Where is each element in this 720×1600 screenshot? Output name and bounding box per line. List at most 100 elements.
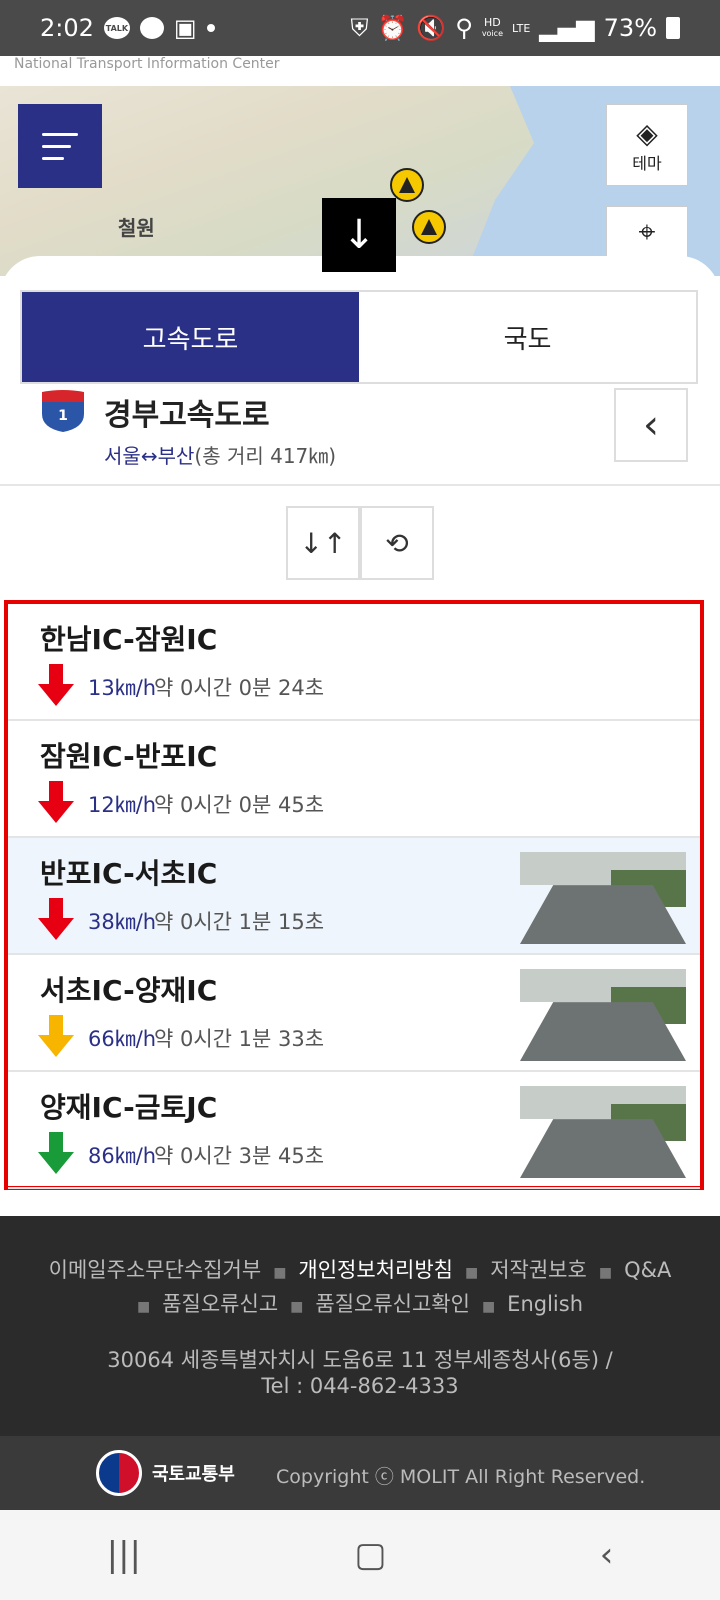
- arrow-down-icon: ↓: [342, 212, 376, 258]
- layers-icon: ◈: [636, 116, 658, 150]
- status-bar: 2:02 TALK ▣ ⛨ ⏰ 🔇 ⚲ HD voice LTE ▂▄▆ 73%: [0, 0, 720, 56]
- cctv-thumbnail[interactable]: [520, 969, 686, 1061]
- road-name: 경부고속도로: [104, 398, 270, 433]
- footer-link-quality[interactable]: 품질오류신고: [162, 1292, 278, 1316]
- route-arrow: ↔: [140, 444, 158, 468]
- footer-links: 이메일주소무단수집거부 ■ 개인정보처리방침 ■ 저작권보호 ■ Q&A: [0, 1254, 720, 1284]
- hd-voice-icon: HD voice: [481, 16, 503, 38]
- segment-name: 양재IC-금토JC: [40, 1091, 218, 1124]
- chevron-left-icon: ‹: [643, 402, 659, 448]
- footer-link-english[interactable]: English: [507, 1292, 583, 1316]
- alarm-icon: ⏰: [377, 14, 408, 42]
- road-info-panel: 고속도로 국도 1 경부고속도로 서울↔부산(총 거리 417㎞) ‹ ↓↑ ⟲…: [0, 256, 720, 1216]
- segment-row[interactable]: 서초IC-양재IC 66㎞/h 약 0시간 1분 33초: [8, 955, 700, 1072]
- segment-speed: 38㎞/h: [88, 910, 157, 934]
- traffic-arrow-down-icon: [38, 1015, 74, 1057]
- refresh-button[interactable]: ⟲: [360, 506, 434, 580]
- system-nav-bar: ||| ▢ ‹: [0, 1510, 720, 1600]
- road-route: 서울↔부산(총 거리 417㎞): [104, 440, 336, 469]
- molit-logo-icon: [96, 1450, 142, 1496]
- footer-bottom: 국토교통부 Copyright ⓒ MOLIT All Right Reserv…: [0, 1436, 720, 1510]
- menu-button[interactable]: [18, 104, 102, 188]
- site-footer: 이메일주소무단수집거부 ■ 개인정보처리방침 ■ 저작권보호 ■ Q&A ■ 품질오류신고 ■ 품…: [0, 1214, 720, 1436]
- kakaotalk-icon: TALK: [103, 17, 130, 39]
- road-number: 1: [58, 408, 68, 424]
- traffic-arrow-down-icon: [38, 781, 74, 823]
- site-brand-text: National Transport Information Center: [0, 56, 720, 86]
- traffic-arrow-down-icon: [38, 664, 74, 706]
- segment-row[interactable]: 한남IC-잠원IC 13㎞/h 약 0시간 0분 24초: [8, 604, 700, 721]
- cctv-thumbnail[interactable]: [520, 852, 686, 944]
- segment-name: 반포IC-서초IC: [40, 857, 218, 890]
- theme-label: 테마: [632, 153, 662, 173]
- footer-link-email[interactable]: 이메일주소무단수집거부: [49, 1258, 262, 1282]
- map-city-label: 철원: [118, 216, 155, 240]
- footer-separator: ■: [136, 1299, 151, 1315]
- footer-link-copyright[interactable]: 저작권보호: [490, 1258, 587, 1282]
- segment-name: 서초IC-양재IC: [40, 974, 218, 1007]
- construction-marker-icon[interactable]: [412, 210, 446, 244]
- mute-icon: 🔇: [416, 14, 447, 42]
- segment-list: 한남IC-잠원IC 13㎞/h 약 0시간 0분 24초 잠원IC-반포IC 1…: [4, 600, 704, 1190]
- my-location-button[interactable]: ⌖: [606, 206, 688, 258]
- swap-vertical-icon: ↓↑: [299, 526, 347, 560]
- segment-name: 한남IC-잠원IC: [40, 623, 218, 656]
- segment-speed: 13㎞/h: [88, 676, 157, 700]
- footer-separator: ■: [273, 1265, 287, 1281]
- theme-button[interactable]: ◈ 테마: [606, 104, 688, 186]
- tab-expressway[interactable]: 고속도로: [22, 292, 359, 382]
- expressway-shield-icon: 1: [42, 390, 84, 432]
- collapse-panel-button[interactable]: ↓: [322, 198, 396, 272]
- footer-address: 30064 세종특별자치시 도움6로 11 정부세종청사(6동) /: [107, 1348, 613, 1372]
- shield-status-icon: ⛨: [350, 14, 369, 42]
- refresh-icon: ⟲: [385, 526, 409, 560]
- footer-link-privacy[interactable]: 개인정보처리방침: [298, 1258, 453, 1282]
- menu-icon: [42, 132, 78, 136]
- segment-speed: 86㎞/h: [88, 1144, 157, 1168]
- road-type-tabs: 고속도로 국도: [20, 290, 698, 384]
- footer-links: ■ 품질오류신고 ■ 품질오류신고확인 ■ English: [0, 1288, 720, 1318]
- segment-row[interactable]: 반포IC-서초IC 38㎞/h 약 0시간 1분 15초: [8, 838, 700, 955]
- route-end: 부산: [157, 444, 195, 468]
- battery-percent: 73%: [603, 14, 657, 42]
- segment-travel-time: 약 0시간 1분 33초: [154, 1027, 325, 1051]
- home-button[interactable]: ▢: [354, 1535, 386, 1575]
- lte-icon: LTE: [511, 21, 531, 35]
- segment-row[interactable]: 잠원IC-반포IC 12㎞/h 약 0시간 0분 45초: [8, 721, 700, 838]
- segment-row[interactable]: 양재IC-금토JC 86㎞/h 약 0시간 3분 45초: [8, 1072, 700, 1189]
- footer-separator: ■: [481, 1299, 496, 1315]
- status-time: 2:02: [40, 14, 94, 42]
- crosshair-icon: ⌖: [638, 214, 656, 250]
- segment-travel-time: 약 0시간 0분 45초: [154, 793, 325, 817]
- menu-icon: [42, 156, 64, 160]
- ministry-name: 국토교통부: [152, 1464, 235, 1485]
- segment-name: 잠원IC-반포IC: [40, 740, 218, 773]
- tab-national-road[interactable]: 국도: [359, 292, 696, 382]
- footer-separator: ■: [290, 1299, 304, 1315]
- message-icon: [139, 17, 164, 39]
- traffic-arrow-down-icon: [38, 898, 74, 940]
- traffic-arrow-down-icon: [38, 1132, 74, 1174]
- gallery-icon: ▣: [173, 14, 197, 42]
- list-controls: ↓↑ ⟲: [0, 506, 720, 580]
- recent-apps-button[interactable]: |||: [107, 1535, 141, 1575]
- footer-link-quality-check[interactable]: 품질오류신고확인: [315, 1292, 470, 1316]
- footer-link-qa[interactable]: Q&A: [624, 1258, 671, 1282]
- construction-marker-icon[interactable]: [390, 168, 424, 202]
- segment-travel-time: 약 0시간 3분 45초: [154, 1144, 325, 1168]
- footer-separator: ■: [464, 1265, 479, 1281]
- segment-speed: 66㎞/h: [88, 1027, 157, 1051]
- menu-icon: [42, 144, 71, 148]
- back-button[interactable]: ‹: [614, 388, 688, 462]
- system-back-button[interactable]: ‹: [600, 1535, 614, 1575]
- cctv-thumbnail[interactable]: [520, 1086, 686, 1178]
- sort-direction-button[interactable]: ↓↑: [286, 506, 360, 580]
- signal-icon: ▂▄▆: [539, 14, 595, 42]
- battery-icon: [666, 17, 680, 39]
- segment-travel-time: 약 0시간 1분 15초: [154, 910, 325, 934]
- footer-separator: ■: [598, 1265, 613, 1281]
- more-notifications-icon: [206, 24, 215, 32]
- footer-tel: Tel : 044-862-4333: [261, 1374, 459, 1398]
- segment-speed: 12㎞/h: [88, 793, 157, 817]
- road-header: 1 경부고속도로 서울↔부산(총 거리 417㎞) ‹: [0, 382, 720, 486]
